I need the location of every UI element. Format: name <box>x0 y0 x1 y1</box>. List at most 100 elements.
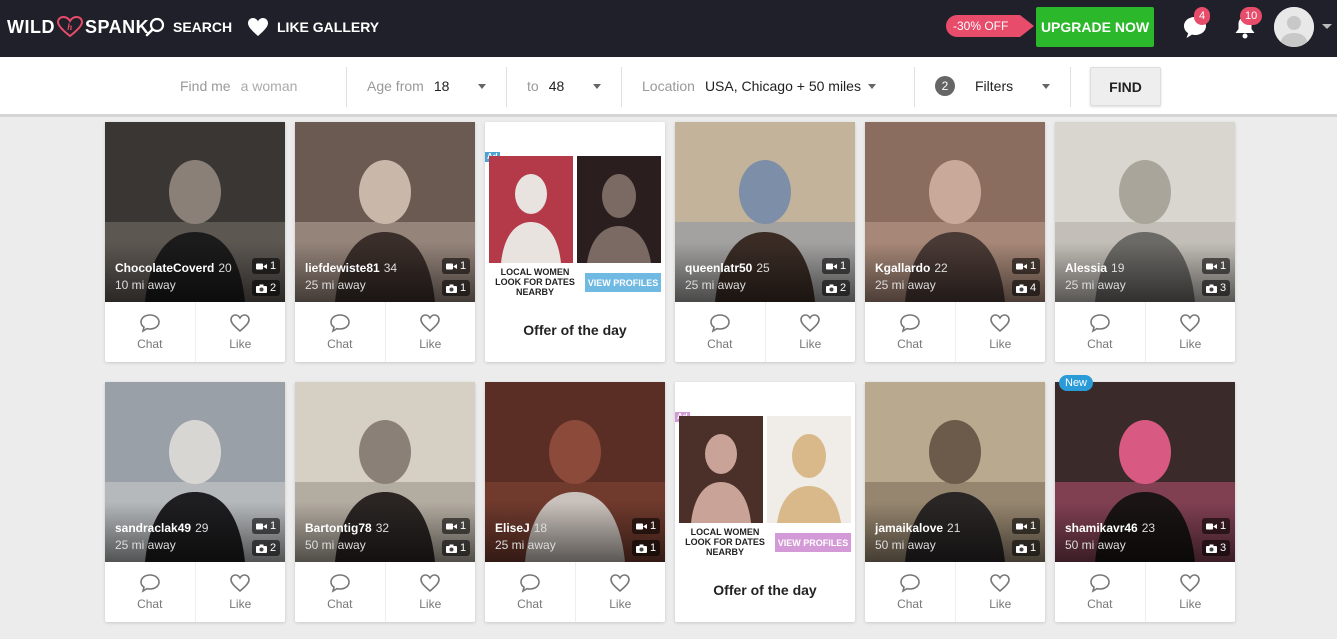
photo-count: 1 <box>632 540 661 556</box>
chat-icon <box>899 574 920 593</box>
profile-card[interactable]: Bartontig78 32 50 mi away 1 1 Chat Like <box>295 382 475 622</box>
discount-arrow-icon <box>1020 15 1035 37</box>
messages-button[interactable]: 4 <box>1182 7 1211 40</box>
photo-count-value: 1 <box>1030 542 1037 554</box>
upgrade-now-button[interactable]: UPGRADE NOW <box>1036 7 1154 47</box>
video-count: 1 <box>252 518 281 534</box>
photo-count: 3 <box>1202 280 1231 296</box>
discount-tag[interactable]: -30% OFF <box>946 15 1035 37</box>
like-button[interactable]: Like <box>384 302 476 362</box>
chat-button[interactable]: Chat <box>1055 302 1145 362</box>
profile-photo[interactable]: EliseJ 18 25 mi away 1 1 <box>485 382 665 562</box>
chat-button[interactable]: Chat <box>105 562 195 622</box>
like-button[interactable]: Like <box>194 302 286 362</box>
like-label: Like <box>989 337 1012 351</box>
chat-label: Chat <box>517 597 543 611</box>
location-caret-icon <box>868 84 876 89</box>
view-profiles-button[interactable]: VIEW PROFILES <box>775 533 851 552</box>
like-heart-icon <box>1180 314 1201 333</box>
profile-name: Bartontig78 <box>305 521 372 535</box>
filter-divider <box>506 67 507 107</box>
profile-card[interactable]: Alessia 19 25 mi away 1 3 Chat Like <box>1055 122 1235 362</box>
like-button[interactable]: Like <box>574 562 666 622</box>
age-from-select[interactable]: Age from 18 <box>367 57 449 115</box>
like-button[interactable]: Like <box>1144 562 1236 622</box>
ad-photo-left[interactable] <box>489 156 573 263</box>
like-button[interactable]: Like <box>384 562 476 622</box>
like-heart-icon <box>800 314 821 333</box>
video-count: 1 <box>632 518 661 534</box>
photo-count-value: 2 <box>270 542 277 554</box>
profile-name-line: Kgallardo 22 <box>875 261 948 275</box>
video-count-value: 1 <box>460 520 467 532</box>
like-button[interactable]: Like <box>954 562 1046 622</box>
profile-card[interactable]: ChocolateCoverd 20 10 mi away 1 2 Chat Like <box>105 122 285 362</box>
like-button[interactable]: Like <box>194 562 286 622</box>
video-count-value: 1 <box>1220 520 1227 532</box>
ad-photo-right[interactable] <box>577 156 661 263</box>
like-button[interactable]: Like <box>1144 302 1236 362</box>
like-label: Like <box>609 597 632 611</box>
profile-photo[interactable]: Bartontig78 32 50 mi away 1 1 <box>295 382 475 562</box>
chat-button[interactable]: Chat <box>1055 562 1145 622</box>
profile-age: 32 <box>375 521 390 535</box>
new-badge: New <box>1059 375 1094 391</box>
profile-photo[interactable]: Kgallardo 22 25 mi away 1 4 <box>865 122 1045 302</box>
nav-search-link[interactable]: SEARCH <box>145 16 232 38</box>
profile-photo[interactable]: Alessia 19 25 mi away 1 3 <box>1055 122 1235 302</box>
profile-card[interactable]: EliseJ 18 25 mi away 1 1 Chat Like <box>485 382 665 622</box>
profile-card[interactable]: Kgallardo 22 25 mi away 1 4 Chat Like <box>865 122 1045 362</box>
ad-photo-left[interactable] <box>679 416 763 523</box>
profile-card[interactable]: jamaikalove 21 50 mi away 1 1 Chat Like <box>865 382 1045 622</box>
profile-card[interactable]: queenlatr50 25 25 mi away 1 2 Chat Like <box>675 122 855 362</box>
video-count: 1 <box>442 258 471 274</box>
view-profiles-button[interactable]: VIEW PROFILES <box>585 273 661 292</box>
profile-photo[interactable]: shamikavr46 23 50 mi away 1 3 <box>1055 382 1235 562</box>
chat-button[interactable]: Chat <box>295 562 385 622</box>
chat-button[interactable]: Chat <box>865 562 955 622</box>
video-camera-icon <box>256 263 267 269</box>
profile-photo[interactable]: sandraclak49 29 25 mi away 1 2 <box>105 382 285 562</box>
ad-card[interactable]: AdLOCAL WOMEN LOOK FOR DATES NEARBYVIEW … <box>675 382 855 622</box>
chat-button[interactable]: Chat <box>865 302 955 362</box>
profile-name-line: ChocolateCoverd 20 <box>115 261 232 275</box>
ad-card[interactable]: AdLOCAL WOMEN LOOK FOR DATES NEARBYVIEW … <box>485 122 665 362</box>
profile-card[interactable]: New shamikavr46 23 50 mi away 1 3 Chat Like <box>1055 375 1236 622</box>
ad-photo-right[interactable] <box>767 416 851 523</box>
chat-button[interactable]: Chat <box>675 302 765 362</box>
filters-caret-icon <box>1042 84 1050 89</box>
user-avatar[interactable] <box>1274 7 1314 47</box>
profile-photo[interactable]: queenlatr50 25 25 mi away 1 2 <box>675 122 855 302</box>
profile-photo[interactable]: ChocolateCoverd 20 10 mi away 1 2 <box>105 122 285 302</box>
photo-camera-icon <box>1206 284 1217 293</box>
heart-icon <box>248 18 268 36</box>
filters-dropdown[interactable]: 2 Filters <box>935 57 1013 115</box>
like-button[interactable]: Like <box>954 302 1046 362</box>
profile-name-line: liefdewiste81 34 <box>305 261 397 275</box>
chat-button[interactable]: Chat <box>485 562 575 622</box>
profile-distance: 50 mi away <box>875 538 936 552</box>
profile-photo[interactable]: liefdewiste81 34 25 mi away 1 1 <box>295 122 475 302</box>
search-icon <box>145 17 165 37</box>
nav-like-gallery-link[interactable]: LIKE GALLERY <box>247 16 379 38</box>
profile-card[interactable]: liefdewiste81 34 25 mi away 1 1 Chat Like <box>295 122 475 362</box>
site-logo[interactable]: WILD h SPANK <box>7 15 149 38</box>
location-select[interactable]: Location USA, Chicago + 50 miles <box>642 57 861 115</box>
chat-button[interactable]: Chat <box>295 302 385 362</box>
profile-card[interactable]: sandraclak49 29 25 mi away 1 2 Chat Like <box>105 382 285 622</box>
find-button[interactable]: FIND <box>1090 67 1161 106</box>
notifications-button[interactable]: 10 <box>1232 7 1263 40</box>
account-menu-caret-icon[interactable] <box>1322 24 1332 29</box>
profile-photo[interactable]: jamaikalove 21 50 mi away 1 1 <box>865 382 1045 562</box>
nav-like-gallery-label: LIKE GALLERY <box>277 19 380 35</box>
profile-distance: 25 mi away <box>875 278 936 292</box>
find-me-select[interactable]: Find me a woman <box>180 57 297 115</box>
filter-divider <box>346 67 347 107</box>
like-button[interactable]: Like <box>764 302 856 362</box>
video-camera-icon <box>446 263 457 269</box>
profile-distance: 25 mi away <box>1065 278 1126 292</box>
age-to-select[interactable]: to 48 <box>527 57 564 115</box>
profile-name: jamaikalove <box>875 521 944 535</box>
video-count: 1 <box>252 258 281 274</box>
chat-button[interactable]: Chat <box>105 302 195 362</box>
